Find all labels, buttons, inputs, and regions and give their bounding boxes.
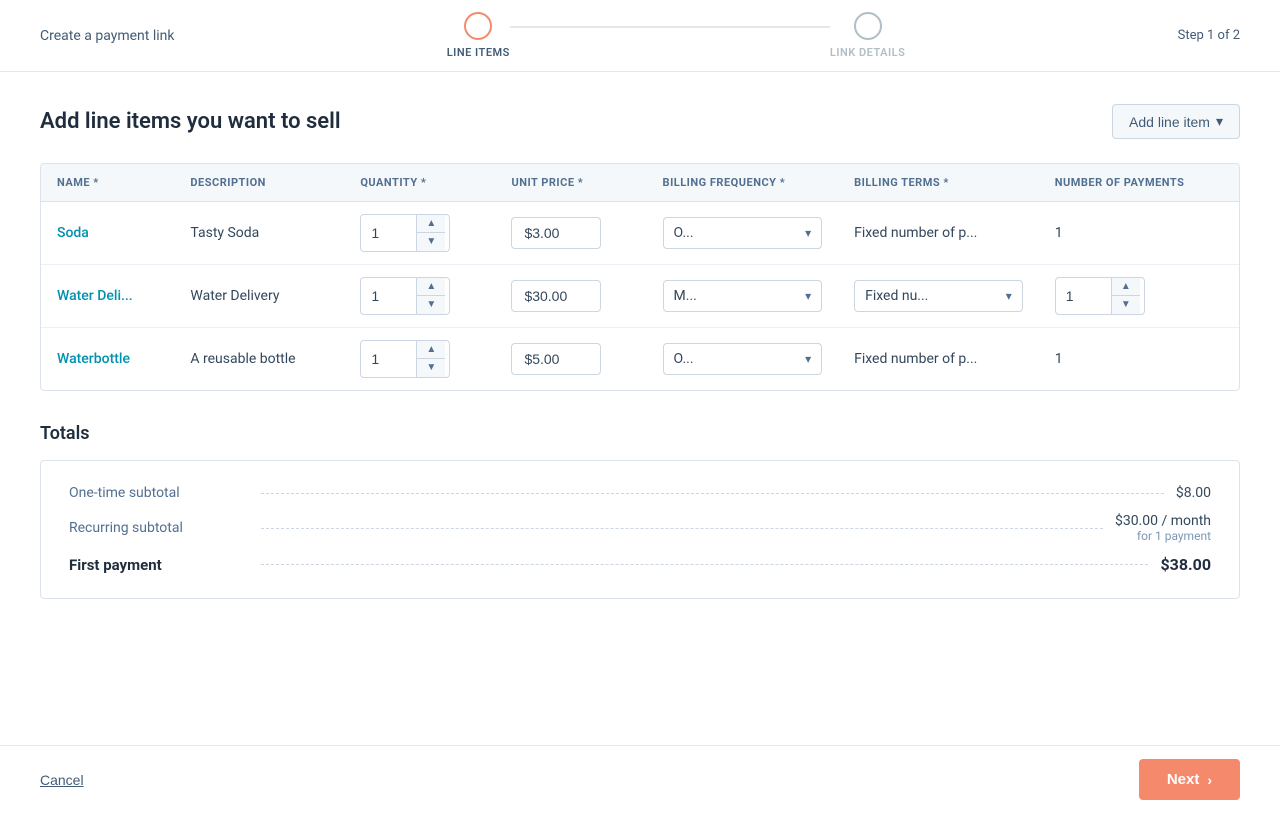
payments-spinners: ▲ ▼ xyxy=(1111,278,1140,314)
quantity-stepper[interactable]: ▲ ▼ xyxy=(360,340,450,378)
item-description: A reusable bottle xyxy=(174,328,344,391)
billing-terms-value: Fixed nu... xyxy=(865,288,928,304)
table-row: Soda Tasty Soda ▲ ▼ O... ▾ Fixed number o… xyxy=(41,202,1239,265)
chevron-down-icon: ▾ xyxy=(805,289,811,303)
section-header: Add line items you want to sell Add line… xyxy=(40,104,1240,139)
quantity-spinners: ▲ ▼ xyxy=(416,215,445,251)
totals-title: Totals xyxy=(40,423,1240,444)
totals-label: One-time subtotal xyxy=(69,485,249,501)
add-line-item-label: Add line item xyxy=(1129,114,1210,130)
stepper: LINE ITEMS LINK DETAILS xyxy=(174,12,1177,59)
totals-row: One-time subtotal $8.00 xyxy=(69,485,1211,501)
totals-row: First payment $38.00 xyxy=(69,555,1211,574)
table-header-row: NAME * DESCRIPTION QUANTITY * UNIT PRICE… xyxy=(41,164,1239,202)
step-circle-1 xyxy=(464,12,492,40)
quantity-input[interactable] xyxy=(361,219,416,247)
quantity-spinners: ▲ ▼ xyxy=(416,341,445,377)
quantity-decrement[interactable]: ▼ xyxy=(417,359,445,377)
quantity-increment[interactable]: ▲ xyxy=(417,278,445,296)
next-label: Next xyxy=(1167,771,1200,788)
billing-frequency-value: M... xyxy=(674,288,697,304)
quantity-decrement[interactable]: ▼ xyxy=(417,296,445,314)
totals-row: Recurring subtotal $30.00 / monthfor 1 pa… xyxy=(69,513,1211,543)
step-indicator: Step 1 of 2 xyxy=(1178,28,1240,43)
totals-section: Totals One-time subtotal $8.00 Recurring s… xyxy=(40,423,1240,599)
item-description: Water Delivery xyxy=(174,265,344,328)
payments-decrement[interactable]: ▼ xyxy=(1112,296,1140,314)
totals-value: $8.00 xyxy=(1176,485,1211,501)
col-unit-price: UNIT PRICE * xyxy=(495,164,646,202)
step-label-2: LINK DETAILS xyxy=(830,46,905,59)
table-row: WaterbottleA reusable bottle ▲ ▼ O... ▾ … xyxy=(41,328,1239,391)
step-label-1: LINE ITEMS xyxy=(447,46,510,59)
quantity-input[interactable] xyxy=(361,345,416,373)
item-name-link[interactable]: Soda xyxy=(57,225,89,241)
unit-price-input[interactable] xyxy=(511,343,601,375)
unit-price-input[interactable] xyxy=(511,280,601,312)
totals-box: One-time subtotal $8.00 Recurring subtotal… xyxy=(40,460,1240,599)
quantity-spinners: ▲ ▼ xyxy=(416,278,445,314)
num-payments-text: 1 xyxy=(1039,202,1239,265)
quantity-input[interactable] xyxy=(361,282,416,310)
totals-sub: for 1 payment xyxy=(1115,529,1211,543)
chevron-down-icon: ▾ xyxy=(805,352,811,366)
billing-frequency-dropdown[interactable]: M... ▾ xyxy=(663,280,823,312)
quantity-stepper[interactable]: ▲ ▼ xyxy=(360,277,450,315)
main-content: Add line items you want to sell Add line… xyxy=(0,72,1280,745)
billing-frequency-value: O... xyxy=(674,225,694,241)
chevron-down-icon: ▾ xyxy=(1216,113,1223,130)
billing-frequency-dropdown[interactable]: O... ▾ xyxy=(663,343,823,375)
next-button[interactable]: Next › xyxy=(1139,759,1240,800)
num-payments-text: 1 xyxy=(1039,328,1239,391)
cancel-button[interactable]: Cancel xyxy=(40,772,84,788)
step-connector xyxy=(510,26,830,28)
chevron-down-icon: ▾ xyxy=(805,226,811,240)
payments-stepper[interactable]: ▲ ▼ xyxy=(1055,277,1145,315)
quantity-stepper[interactable]: ▲ ▼ xyxy=(360,214,450,252)
page-header: Create a payment link LINE ITEMS LINK DE… xyxy=(0,0,1280,72)
col-name: NAME * xyxy=(41,164,174,202)
col-billing-terms: BILLING TERMS * xyxy=(838,164,1039,202)
footer: Cancel Next › xyxy=(0,745,1280,813)
page-title: Create a payment link xyxy=(40,28,174,44)
add-line-item-button[interactable]: Add line item ▾ xyxy=(1112,104,1240,139)
quantity-increment[interactable]: ▲ xyxy=(417,341,445,359)
totals-dots xyxy=(261,528,1103,529)
billing-terms-dropdown[interactable]: Fixed nu... ▾ xyxy=(854,280,1023,312)
col-billing-frequency: BILLING FREQUENCY * xyxy=(647,164,839,202)
step-circle-2 xyxy=(854,12,882,40)
step-link-details: LINK DETAILS xyxy=(830,12,905,59)
totals-value: $30.00 / month xyxy=(1115,513,1211,529)
quantity-increment[interactable]: ▲ xyxy=(417,215,445,233)
totals-value: $38.00 xyxy=(1160,555,1211,574)
section-title: Add line items you want to sell xyxy=(40,109,341,134)
totals-dots xyxy=(261,493,1164,494)
payments-input[interactable] xyxy=(1056,282,1111,310)
item-name-link[interactable]: Water Deli... xyxy=(57,288,133,304)
line-items-table: NAME * DESCRIPTION QUANTITY * UNIT PRICE… xyxy=(40,163,1240,391)
totals-label: Recurring subtotal xyxy=(69,520,249,536)
billing-frequency-value: O... xyxy=(674,351,694,367)
item-name-link[interactable]: Waterbottle xyxy=(57,351,130,367)
chevron-down-icon: ▾ xyxy=(1006,289,1012,303)
step-line-items: LINE ITEMS xyxy=(447,12,510,59)
unit-price-input[interactable] xyxy=(511,217,601,249)
chevron-right-icon: › xyxy=(1207,772,1212,788)
col-description: DESCRIPTION xyxy=(174,164,344,202)
table-row: Water Deli... Water Delivery ▲ ▼ M... ▾ F… xyxy=(41,265,1239,328)
col-quantity: QUANTITY * xyxy=(344,164,495,202)
totals-dots xyxy=(261,564,1148,565)
quantity-decrement[interactable]: ▼ xyxy=(417,233,445,251)
col-num-payments: NUMBER OF PAYMENTS xyxy=(1039,164,1239,202)
billing-frequency-dropdown[interactable]: O... ▾ xyxy=(663,217,823,249)
billing-terms-text: Fixed number of p... xyxy=(838,202,1039,265)
payments-increment[interactable]: ▲ xyxy=(1112,278,1140,296)
item-description: Tasty Soda xyxy=(174,202,344,265)
totals-label: First payment xyxy=(69,556,249,574)
billing-terms-text: Fixed number of p... xyxy=(838,328,1039,391)
